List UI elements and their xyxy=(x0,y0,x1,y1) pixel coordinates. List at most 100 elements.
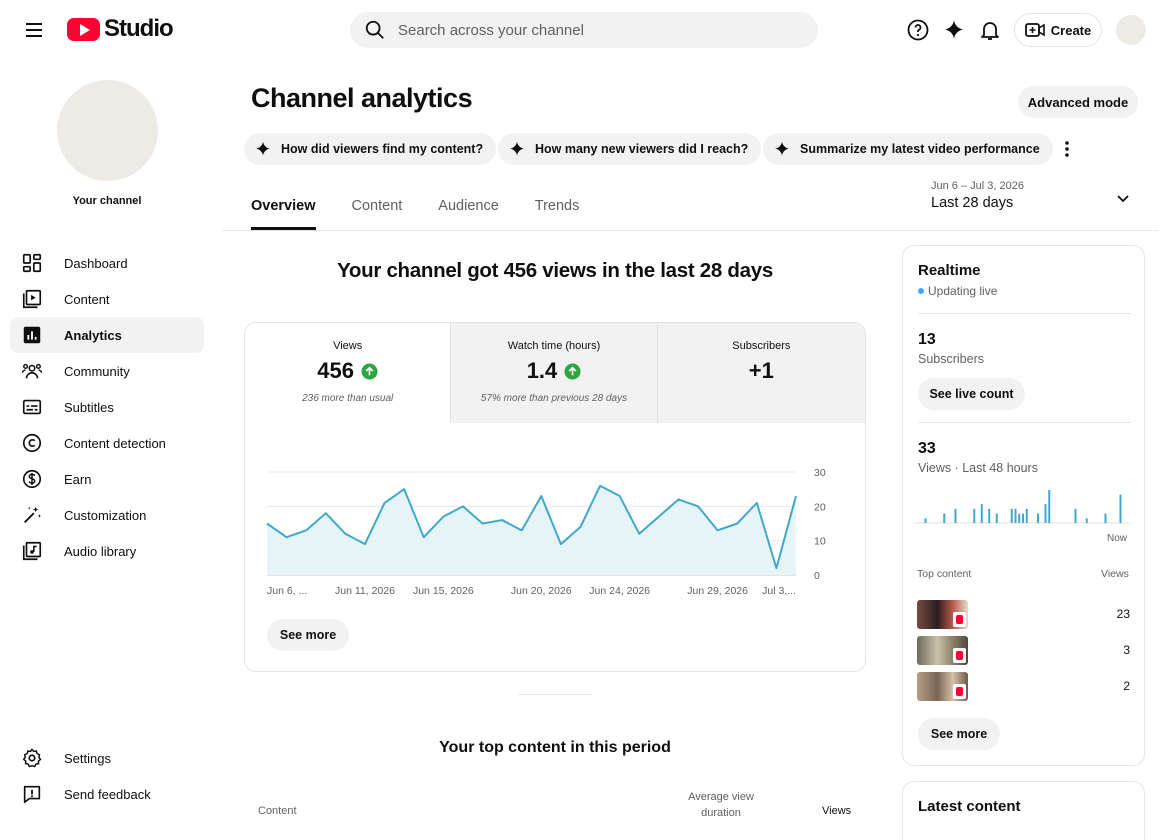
tab-trends[interactable]: Trends xyxy=(535,198,580,230)
subscribers-count: 13 xyxy=(918,331,936,348)
data-point xyxy=(401,486,407,492)
metric-value: 456 xyxy=(245,358,450,384)
create-button[interactable]: Create xyxy=(1014,13,1102,47)
more-options-icon[interactable] xyxy=(1056,136,1078,162)
studio-logo[interactable]: Studio xyxy=(67,15,174,43)
content-icon xyxy=(22,289,42,309)
see-more-button[interactable]: See more xyxy=(918,718,1000,750)
help-icon[interactable] xyxy=(906,18,930,42)
logo-text: Studio xyxy=(104,15,174,42)
channel-name[interactable]: Your channel xyxy=(0,195,214,207)
youtube-logo-icon xyxy=(67,17,100,41)
sidebar-item-customization[interactable]: Customization xyxy=(10,497,204,533)
views-chart[interactable]: 0 10 20 30 Jun 6, ... Jun 11, 2026 Jun 15, 202… xyxy=(245,453,866,603)
metric-note: 236 more than usual xyxy=(302,393,394,404)
views-label: Views · Last 48 hours xyxy=(918,461,1038,475)
suggestion-chip[interactable]: Summarize my latest video performance xyxy=(763,133,1053,165)
date-range-picker[interactable]: Jun 6 – Jul 3, 2026 Last 28 days xyxy=(931,180,1024,211)
sidebar: Your channel Dashboard Content Analytics… xyxy=(0,60,220,840)
tab-overview[interactable]: Overview xyxy=(251,198,316,230)
sidebar-item-settings[interactable]: Settings xyxy=(10,740,204,776)
subtitles-icon xyxy=(22,399,42,415)
tab-content[interactable]: Content xyxy=(352,198,403,230)
metric-label: Watch time (hours) xyxy=(507,340,601,352)
data-point xyxy=(695,503,701,509)
sidebar-item-send-feedback[interactable]: Send feedback xyxy=(10,776,204,812)
sparkle-icon[interactable] xyxy=(942,18,966,42)
audio-library-icon xyxy=(22,541,42,561)
realtime-bar xyxy=(1037,513,1039,523)
metric-number: +1 xyxy=(748,358,774,383)
search-icon[interactable] xyxy=(364,19,386,41)
column-header-avg-view-duration[interactable]: Average view duration xyxy=(682,789,760,821)
dollar-icon xyxy=(22,469,42,489)
realtime-views-bar-chart[interactable] xyxy=(914,480,1132,526)
data-point xyxy=(440,514,446,520)
column-header-views[interactable]: Views xyxy=(822,805,851,817)
column-header-content[interactable]: Content xyxy=(258,805,297,817)
y-tick-label: 10 xyxy=(814,536,826,548)
x-tick-label: Jun 6, ... xyxy=(267,585,307,597)
top-content-views: 23 xyxy=(1116,607,1130,621)
data-point xyxy=(754,500,760,506)
data-point xyxy=(342,531,348,537)
metric-tab-views[interactable]: Views 456 236 more than usual xyxy=(245,323,452,423)
data-point xyxy=(421,534,427,540)
latest-content-title: Latest content xyxy=(918,798,1021,815)
metric-tab-subscribers[interactable]: Subscribers +1 xyxy=(657,323,865,423)
column-header-line: duration xyxy=(701,807,741,819)
bell-icon[interactable] xyxy=(978,18,1002,42)
video-thumbnail[interactable] xyxy=(917,672,968,701)
channel-avatar[interactable] xyxy=(57,80,158,181)
gear-icon xyxy=(22,748,42,768)
sidebar-item-community[interactable]: Community xyxy=(10,353,204,389)
y-tick-label: 0 xyxy=(814,570,820,582)
data-point xyxy=(734,521,740,527)
tabs-divider xyxy=(222,230,1158,231)
video-thumbnail[interactable] xyxy=(917,636,968,665)
sidebar-item-content[interactable]: Content xyxy=(10,281,204,317)
sidebar-item-label: Customization xyxy=(64,507,147,523)
menu-icon[interactable] xyxy=(22,18,46,42)
trend-up-icon xyxy=(564,362,581,380)
sidebar-item-earn[interactable]: Earn xyxy=(10,461,204,497)
video-thumbnail[interactable] xyxy=(917,600,968,629)
suggestion-label: How many new viewers did I reach? xyxy=(535,142,749,156)
sidebar-nav: Dashboard Content Analytics Community Su… xyxy=(10,245,204,569)
advanced-mode-button[interactable]: Advanced mode xyxy=(1018,86,1138,118)
page-title: Channel analytics xyxy=(251,83,473,113)
sparkle-icon xyxy=(256,141,270,156)
top-content-views: 3 xyxy=(1123,643,1130,657)
sidebar-item-content-detection[interactable]: Content detection xyxy=(10,425,204,461)
metric-tabs: Views 456 236 more than usual Watch time… xyxy=(245,323,865,423)
x-tick-label: Jul 3,... xyxy=(762,585,796,597)
realtime-bar xyxy=(1018,513,1021,523)
see-more-button[interactable]: See more xyxy=(267,619,349,651)
views-count: 33 xyxy=(918,440,936,457)
feedback-icon xyxy=(23,785,41,804)
data-point xyxy=(675,496,681,502)
x-tick-label: Jun 20, 2026 xyxy=(511,585,572,597)
suggestion-chip[interactable]: How did viewers find my content? xyxy=(244,133,497,165)
account-avatar[interactable] xyxy=(1116,15,1146,45)
search-input[interactable] xyxy=(398,21,778,39)
data-point xyxy=(558,541,564,547)
tab-audience[interactable]: Audience xyxy=(438,198,498,230)
suggestion-chip[interactable]: How many new viewers did I reach? xyxy=(498,133,762,165)
chevron-down-icon[interactable] xyxy=(1114,189,1132,207)
shorts-icon xyxy=(953,684,966,699)
sidebar-item-analytics[interactable]: Analytics xyxy=(10,317,204,353)
data-point xyxy=(636,531,642,537)
suggestion-label: How did viewers find my content? xyxy=(281,142,484,156)
sidebar-item-subtitles[interactable]: Subtitles xyxy=(10,389,204,425)
live-dot-icon xyxy=(918,288,924,294)
sidebar-item-audio-library[interactable]: Audio library xyxy=(10,533,204,569)
realtime-status: Updating live xyxy=(918,284,997,298)
data-point xyxy=(597,483,603,489)
realtime-bar xyxy=(973,508,976,523)
metric-tab-watch-time[interactable]: Watch time (hours) 1.4 57% more than pre… xyxy=(451,323,658,423)
search-bar[interactable] xyxy=(350,12,818,48)
see-live-count-button[interactable]: See live count xyxy=(918,378,1025,410)
metric-label: Subscribers xyxy=(732,340,791,352)
sidebar-item-dashboard[interactable]: Dashboard xyxy=(10,245,204,281)
